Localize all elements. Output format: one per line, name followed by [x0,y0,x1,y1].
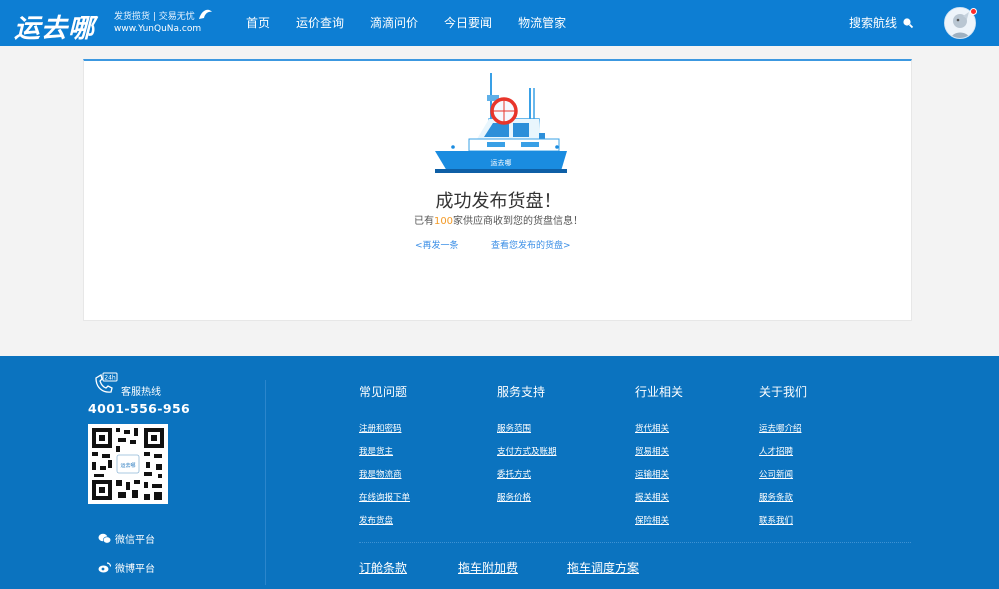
weibo-label: 微博平台 [115,564,155,575]
weibo-platform-link[interactable]: 微博平台 [98,560,155,575]
view-posted-link[interactable]: 查看您发布的货盘> [491,238,571,251]
weibo-icon [98,562,111,573]
footer-link[interactable]: 在线询报下单 [359,491,410,503]
footer-link[interactable]: 联系我们 [759,514,793,526]
success-subtitle: 已有100家供应商收到您的货盘信息！ [84,212,913,227]
booking-terms-link[interactable]: 订舱条款 [359,559,407,576]
footer-link[interactable]: 服务条款 [759,491,793,503]
hotline-24h-icon: 24h [95,372,118,393]
search-icon [903,17,914,28]
ship-illustration-icon: 运去哪 [435,73,567,173]
post-again-link[interactable]: <再发一条 [415,238,459,251]
slogan-text: 发货揽货 | 交易无忧 [114,12,195,22]
footer-link[interactable]: 注册和密码 [359,422,402,434]
supplier-count: 100 [433,216,454,227]
nav-didi-ask-price[interactable]: 滴滴问价 [370,14,418,31]
footer-link[interactable]: 支付方式及账期 [497,445,557,457]
trailer-dispatch-link[interactable]: 拖车调度方案 [567,559,639,576]
notification-dot [970,8,977,15]
footer-link[interactable]: 服务范围 [497,422,531,434]
success-card: 运去哪 成功发布货盘！ 已有100家供应商收到您的货盘信息！ <再发一条 查看您… [83,59,912,321]
footer-link[interactable]: 保险相关 [635,514,669,526]
hotline-number: 4001-556-956 [88,401,191,416]
ship-label: 运去哪 [491,158,512,167]
footer-divider [265,380,266,585]
nav-logistics-manager[interactable]: 物流管家 [518,14,566,31]
site-url: www.YunQuNa.com [114,24,202,34]
hotline-label: 客服热线 [121,387,161,398]
sub-suffix: 家供应商收到您的货盘信息！ [453,216,584,227]
qr-code: 运去哪 [88,424,168,504]
dolphin-icon [199,9,212,19]
site-logo[interactable]: 运去哪 [14,8,95,45]
footer-link[interactable]: 货代相关 [635,422,669,434]
col-about-title: 关于我们 [759,385,808,399]
main-nav: 首页 运价查询 滴滴问价 今日要闻 物流管家 [246,14,592,31]
qr-center-text: 运去哪 [120,462,135,469]
success-title: 成功发布货盘！ [435,191,562,212]
footer-dotted-divider [359,542,911,543]
col-industry-title: 行业相关 [635,385,684,399]
footer-link[interactable]: 运输相关 [635,468,669,480]
footer-link[interactable]: 运去哪介绍 [759,422,802,434]
footer-link[interactable]: 发布货盘 [359,514,393,526]
footer-link[interactable]: 委托方式 [497,468,531,480]
trailer-surcharge-link[interactable]: 拖车附加费 [458,559,518,576]
footer-link[interactable]: 贸易相关 [635,445,669,457]
wechat-platform-link[interactable]: 微信平台 [98,531,155,546]
nav-home[interactable]: 首页 [246,14,270,31]
col-service-title: 服务支持 [497,385,546,399]
search-routes-button[interactable]: 搜索航线 [849,14,914,31]
footer-link[interactable]: 服务价格 [497,491,531,503]
footer-link[interactable]: 我是货主 [359,445,393,457]
wechat-label: 微信平台 [115,535,155,546]
nav-freight-query[interactable]: 运价查询 [296,14,344,31]
footer-link[interactable]: 报关相关 [635,491,669,503]
slogan: 发货揽货 | 交易无忧 www.YunQuNa.com [114,11,201,35]
col-faq-title: 常见问题 [359,385,408,399]
footer-link[interactable]: 公司新闻 [759,468,793,480]
top-header: 运去哪 发货揽货 | 交易无忧 www.YunQuNa.com 首页 运价查询 … [0,0,999,46]
footer-link[interactable]: 人才招聘 [759,445,793,457]
footer-link[interactable]: 我是物流商 [359,468,402,480]
wechat-icon [98,533,111,544]
hotline-badge-text: 24h [104,375,116,382]
site-footer: 24h 客服热线 4001-556-956 运去哪 微信平台 微博平台 常见问题… [0,356,999,589]
nav-today-news[interactable]: 今日要闻 [444,14,492,31]
sub-prefix: 已有 [413,216,434,227]
search-label: 搜索航线 [849,16,898,30]
